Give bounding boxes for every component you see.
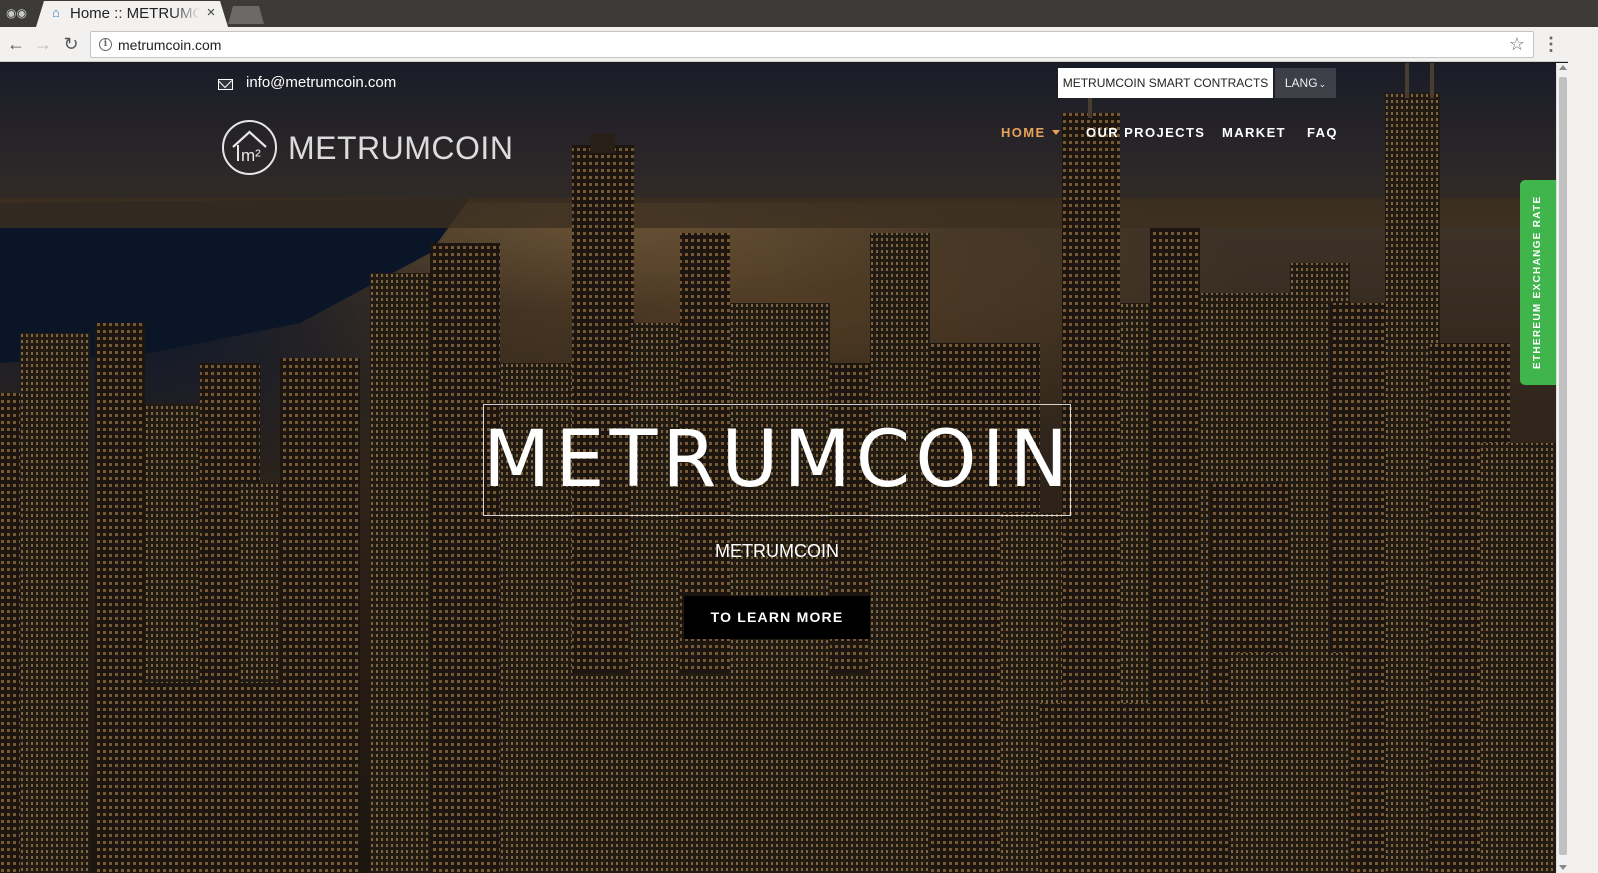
reload-icon[interactable]: ↻ — [60, 33, 82, 55]
nav-market[interactable]: MARKET — [1222, 124, 1286, 142]
page-scrollbar[interactable] — [1556, 63, 1568, 873]
incognito-icon: ◉◉ — [6, 6, 27, 20]
info-icon[interactable]: i — [99, 38, 112, 51]
house-favicon-icon: ⌂ — [52, 5, 60, 20]
browser-toolbar: ← → ↻ i metrumcoin.com ☆ ⋮ — [0, 27, 1598, 62]
language-dropdown[interactable]: LANG⌄ — [1275, 68, 1336, 98]
nav-our-projects[interactable]: OUR PROJECTS — [1086, 124, 1205, 142]
hero-title: METRUMCOIN — [483, 415, 1074, 505]
new-tab-button[interactable] — [228, 6, 264, 24]
learn-more-button[interactable]: TO LEARN MORE — [684, 596, 870, 639]
forward-arrow-icon[interactable]: → — [32, 33, 54, 55]
metrumcoin-logo-icon[interactable]: m² — [221, 119, 278, 176]
ethereum-rate-label: ETHEREUM EXCHANGE RATE — [1532, 195, 1543, 369]
browser-tab[interactable]: ⌂ Home :: METRUMCOIN × — [36, 1, 228, 27]
smart-contracts-button[interactable]: METRUMCOIN SMART CONTRACTS — [1058, 68, 1273, 98]
contact-email-link[interactable]: info@metrumcoin.com — [246, 73, 396, 93]
nav-faq[interactable]: FAQ — [1307, 124, 1338, 142]
caret-down-icon — [1051, 130, 1060, 135]
scroll-up-arrow-icon[interactable] — [1559, 65, 1567, 70]
chevron-down-icon: ⌄ — [1318, 79, 1327, 89]
nav-home-label: HOME — [1001, 125, 1046, 140]
language-label: LANG — [1284, 76, 1318, 90]
tab-title: Home :: METRUMCOIN — [70, 5, 200, 23]
window-edge — [1568, 27, 1598, 873]
kebab-menu-icon[interactable]: ⋮ — [1542, 35, 1560, 55]
logo-wordmark[interactable]: METRUMCOIN — [288, 128, 513, 168]
browser-tab-bar: ◉◉ ⌂ Home :: METRUMCOIN × — [0, 0, 1598, 27]
bookmark-star-icon[interactable]: ☆ — [1507, 34, 1527, 54]
url-text[interactable]: metrumcoin.com — [118, 36, 221, 54]
page-viewport: info@metrumcoin.com METRUMCOIN SMART CON… — [0, 63, 1556, 873]
close-tab-icon[interactable]: × — [204, 4, 218, 22]
back-arrow-icon[interactable]: ← — [5, 33, 27, 55]
scroll-down-arrow-icon[interactable] — [1559, 865, 1567, 870]
hero-subtitle: METRUMCOIN — [715, 541, 839, 561]
logo-mark-text: m² — [241, 146, 261, 165]
envelope-icon — [218, 79, 233, 90]
scrollbar-thumb[interactable] — [1559, 77, 1567, 855]
address-bar[interactable]: i metrumcoin.com ☆ — [90, 31, 1534, 58]
nav-home[interactable]: HOME — [1001, 124, 1060, 142]
